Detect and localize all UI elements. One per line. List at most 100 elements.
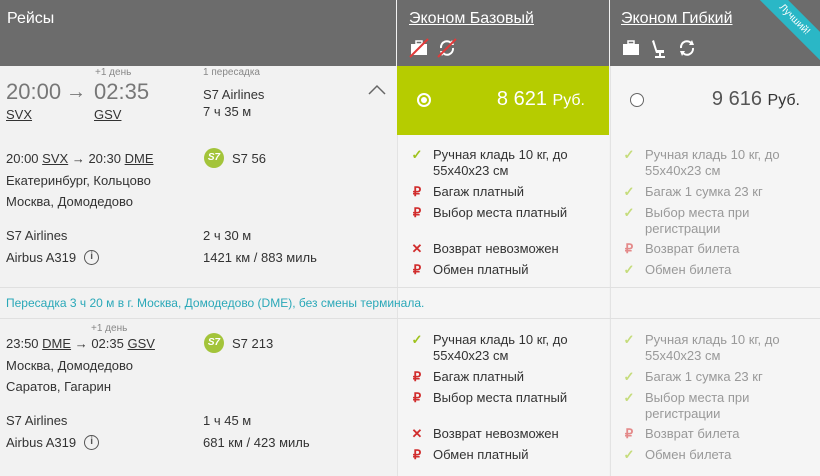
summary-airline: S7 Airlines [203,87,265,102]
econ-flex-header[interactable]: Эконом Гибкий Лучший! [610,0,820,66]
flex-hand-text: Ручная кладь 10 кг, до [645,332,780,347]
base-price: 8 621 [496,88,547,110]
seg2-dep-code[interactable]: DME [42,336,71,351]
seg2-distance: 681 км / 423 миль [203,435,310,450]
seg1-arr-code[interactable]: DME [125,151,154,166]
seg1-dep-code[interactable]: SVX [42,151,68,166]
base-hand-size: 55x40x23 см [433,163,509,178]
check-icon: ✓ [623,369,635,384]
summary-plus-day: +1 день [95,67,132,78]
summary-duration: 7 ч 35 м [203,104,252,119]
base-change: ₽ Обмен платный [408,447,529,463]
ruble-icon: ₽ [624,241,634,256]
seg2-dep-time: 23:50 [6,336,39,351]
check-icon: ✓ [623,262,635,277]
seg1-route: 20:00 SVX → 20:30 DME [6,151,154,166]
ruble-icon: ₽ [412,262,422,277]
info-icon[interactable]: i [84,435,100,450]
check-icon: ✓ [623,205,635,220]
chevron-up-icon[interactable] [368,84,386,96]
flex-change-text: Обмен билета [645,262,732,277]
ruble-icon: ₽ [412,184,422,199]
ruble-icon: ₽ [624,426,634,441]
seg1-distance: 1421 км / 883 миль [203,250,317,265]
seg2-arrow-icon: → [74,336,88,351]
cross-icon: ✕ [411,426,423,441]
check-icon: ✓ [623,147,635,162]
base-change-text: Обмен платный [433,447,529,462]
seg2-from: Москва, Домодедово [6,358,134,373]
base-seat: ₽ Выбор места платный [408,205,567,221]
base-hand-size: 55x40x23 см [433,348,509,363]
s7-logo-icon: S7 [204,333,224,353]
seg2-flight-number: S7 213 [232,335,274,351]
summary-dep-time: 20:00 [6,79,62,104]
seg2-aircraft: Airbus A319 [6,435,77,450]
summary-stops: 1 пересадка [203,67,260,78]
base-price-selected[interactable]: 8 621 Руб. [397,66,609,135]
econ-base-header[interactable]: Эконом Базовый [397,0,609,66]
divider [0,318,820,319]
seg1-from: Екатеринбург, Кольцово [6,173,151,188]
seg1-flight-number: S7 56 [232,150,266,166]
seg1-dep-time: 20:00 [6,151,39,166]
seg1-airline: S7 Airlines [6,228,68,243]
change-icon [679,40,695,56]
seg2-aircraft-row: Airbus A319 i [6,435,100,450]
flex-bag-text: Багаж 1 сумка 23 кг [645,369,763,384]
flex-seat-text2: регистрации [645,221,721,236]
cross-icon: ✕ [411,241,423,256]
base-change-text: Обмен платный [433,262,529,277]
seg2-plus-day: +1 день [91,323,128,334]
flex-refund-text: Возврат билета [645,241,740,256]
flex-price-option[interactable]: 9 616 Руб. [610,66,820,135]
seat-icon [652,40,665,58]
check-icon: ✓ [623,447,635,462]
change-not-included-icon [437,38,457,58]
base-seat-text: Выбор места платный [433,390,568,405]
ruble-icon: ₽ [412,447,422,462]
best-badge: Лучший! [744,0,820,66]
flex-radio[interactable] [630,93,644,107]
flex-refund: ₽ Возврат билета [620,241,740,257]
base-currency: Руб. [552,92,585,109]
seg2-route: 23:50 DME → 02:35 GSV [6,336,155,351]
seg2-duration: 1 ч 45 м [203,413,252,428]
base-hand-luggage: ✓ Ручная кладь 10 кг, до 55x40x23 см [408,147,568,179]
check-icon: ✓ [623,390,635,405]
summary-arr-time: 02:35 [94,79,150,104]
divider [0,287,820,288]
info-icon[interactable]: i [84,250,100,265]
base-hand-text: Ручная кладь 10 кг, до [433,147,568,162]
seg1-to: Москва, Домодедово [6,194,134,209]
base-refund: ✕ Возврат невозможен [408,241,559,257]
baggage-icon [623,40,639,55]
flex-hand-size: 55x40x23 см [645,348,721,363]
base-seat: ₽ Выбор места платный [408,390,567,406]
base-refund: ✕ Возврат невозможен [408,426,559,442]
base-change: ₽ Обмен платный [408,262,529,278]
ruble-icon: ₽ [412,369,422,384]
flex-seat: ✓ Выбор места при регистрации [620,205,750,237]
base-refund-text: Возврат невозможен [433,241,559,256]
base-radio[interactable] [417,93,431,107]
flex-change: ✓ Обмен билета [620,262,732,278]
base-bag-text: Багаж платный [433,184,525,199]
arrow-icon: → [66,81,86,103]
base-hand-luggage: ✓ Ручная кладь 10 кг, до 55x40x23 см [408,332,568,364]
seg1-arr-time: 20:30 [88,151,121,166]
flex-seat-text2: регистрации [645,406,721,421]
flex-seat-text: Выбор места при [645,205,750,220]
check-icon: ✓ [623,184,635,199]
summary-dep-code[interactable]: SVX [6,107,32,122]
summary-arr-code[interactable]: GSV [94,107,121,122]
seg2-arr-code[interactable]: GSV [127,336,154,351]
flex-baggage: ✓ Багаж 1 сумка 23 кг [620,184,763,200]
econ-base-title[interactable]: Эконом Базовый [409,10,534,28]
check-icon: ✓ [411,147,423,162]
flex-change-text: Обмен билета [645,447,732,462]
econ-flex-title[interactable]: Эконом Гибкий [621,10,733,28]
s7-logo-icon: S7 [204,148,224,168]
base-bag-text: Багаж платный [433,369,525,384]
seg1-aircraft-row: Airbus A319 i [6,250,100,265]
